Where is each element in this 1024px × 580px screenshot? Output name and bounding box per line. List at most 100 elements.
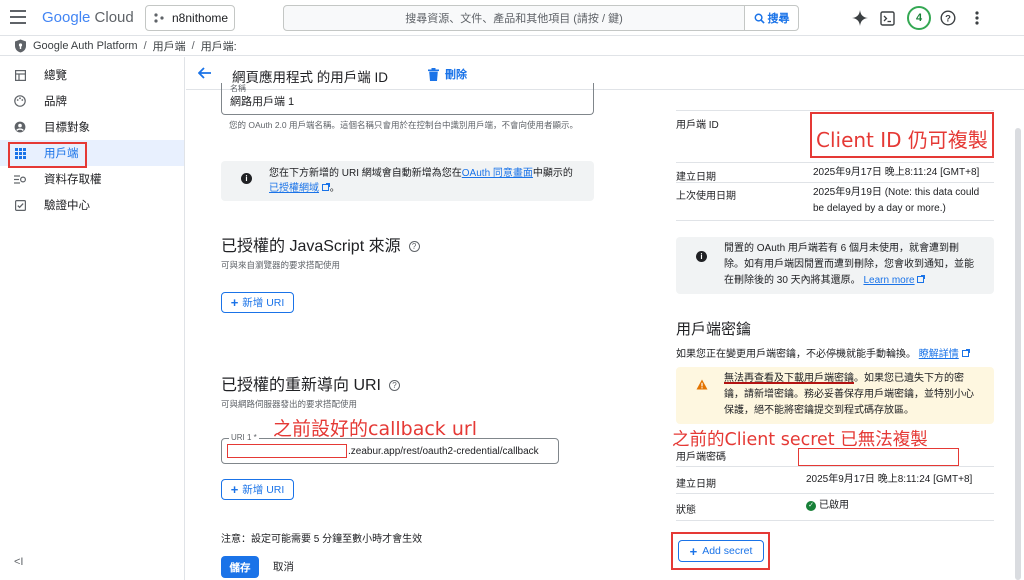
help-icon[interactable]: ? xyxy=(408,241,420,253)
js-origins-title: 已授權的 JavaScript 來源? xyxy=(221,232,420,256)
client-name-value: 網路用戶端 1 xyxy=(230,96,295,108)
authorized-domains-link[interactable]: 已授權網域 xyxy=(269,183,319,194)
gemini-sparkle-icon[interactable] xyxy=(850,8,870,28)
person-icon xyxy=(14,121,26,133)
divider xyxy=(676,493,994,494)
sidebar-item-label: 總覽 xyxy=(44,70,67,82)
sidebar-item-label: 資料存取權 xyxy=(44,174,102,186)
learn-details-link[interactable]: 瞭解詳情 xyxy=(919,349,959,360)
info-text: 您在下方新增的 URI 網域會自動新增為您在 xyxy=(269,168,462,179)
cancel-button[interactable]: 取消 xyxy=(273,559,294,574)
info-text: 中顯示的 xyxy=(532,168,573,179)
client-secrets-title: 用戶端密鑰 xyxy=(676,321,752,338)
delete-label: 刪除 xyxy=(445,69,467,81)
created-value: 2025年9月17日 晚上8:11:24 [GMT+8] xyxy=(813,167,980,178)
warning-line: 。如果您已遺失下方的密 xyxy=(854,373,964,384)
last-used-value-line: be delayed by a day or more.) xyxy=(813,203,946,214)
save-button[interactable]: 儲存 xyxy=(221,556,259,578)
last-used-value: 2025年9月19日 (Note: this data could be del… xyxy=(813,185,979,217)
check-circle-icon: ✓ xyxy=(806,501,816,511)
help-icon[interactable]: ? xyxy=(389,380,401,392)
redirect-uri-label: URI 1 * xyxy=(229,433,259,442)
info-text: 。 xyxy=(329,183,340,194)
notifications-badge[interactable]: 4 xyxy=(907,6,931,30)
last-used-label: 上次使用日期 xyxy=(676,191,736,202)
secret-created-value: 2025年9月17日 晚上8:11:24 [GMT+8] xyxy=(806,474,973,485)
scrollbar[interactable] xyxy=(1015,128,1021,580)
cloud-shell-icon[interactable] xyxy=(877,8,897,28)
sidebar-item-audience[interactable]: 目標對象 xyxy=(0,114,184,140)
redirect-uris-subtitle: 可與網路伺服器發出的要求搭配使用 xyxy=(221,399,358,409)
add-js-origin-button[interactable]: + 新增 URI xyxy=(221,292,294,313)
client-name-field[interactable]: 名稱 網路用戶端 1 xyxy=(221,83,594,115)
top-bar: Google Cloud n8nithome 搜尋資源、文件、產品和其他項目 (… xyxy=(0,0,1024,36)
last-used-value-line: 2025年9月19日 (Note: this data could xyxy=(813,187,980,198)
search-button-label: 搜尋 xyxy=(767,13,790,25)
redaction-box-uri xyxy=(227,444,347,458)
redirect-uri-value: .zeabur.app/rest/oauth2-credential/callb… xyxy=(348,445,539,457)
client-secrets-subtitle: 如果您正在變更用戶端密鑰，不必停機就能手動輪換。 瞭解詳情 xyxy=(676,345,970,360)
help-icon[interactable]: ? xyxy=(938,8,958,28)
sidebar-item-data-access[interactable]: 資料存取權 xyxy=(0,166,184,192)
external-link-icon xyxy=(961,349,970,357)
annotation-client-id: Client ID 仍可複製 xyxy=(816,128,988,152)
warning-emphasis: 無法再查看及下載用戶端密鑰 xyxy=(724,373,854,384)
js-origins-subtitle: 可與來自瀏覽器的要求搭配使用 xyxy=(221,260,341,270)
breadcrumb-item: 用戶端: xyxy=(200,40,237,53)
secret-created-label: 建立日期 xyxy=(676,479,716,490)
info-icon: i xyxy=(696,251,707,262)
warning-line: 保護，絕不能將密鑰提交到程式碼存放區。 xyxy=(724,405,914,416)
trash-icon xyxy=(428,67,439,81)
redirect-uris-title: 已授權的重新導向 URI? xyxy=(221,371,401,395)
verification-icon xyxy=(14,199,26,211)
plus-icon: + xyxy=(230,295,239,310)
client-id-label: 用戶端 ID xyxy=(676,120,719,131)
divider xyxy=(676,520,994,521)
back-arrow-icon[interactable] xyxy=(197,66,212,84)
consent-screen-link[interactable]: OAuth 同意畫面 xyxy=(462,168,533,179)
more-vert-icon[interactable] xyxy=(967,8,987,28)
palette-icon xyxy=(14,95,26,107)
breadcrumb: Google Auth Platform / 用戶端 / 用戶端: xyxy=(0,36,1024,56)
logo-google: Google xyxy=(42,9,91,26)
main-menu-icon[interactable] xyxy=(10,10,26,24)
search-placeholder: 搜尋資源、文件、產品和其他項目 (請按 / 鍵) xyxy=(405,13,623,25)
warning-icon xyxy=(696,379,708,390)
annotation-callback: 之前設好的callback url xyxy=(273,418,477,440)
sidebar-item-overview[interactable]: 總覽 xyxy=(0,62,184,88)
sidebar-item-branding[interactable]: 品牌 xyxy=(0,88,184,114)
js-origins-title-text: 已授權的 JavaScript 來源 xyxy=(221,238,401,255)
search-button[interactable]: 搜尋 xyxy=(744,5,799,31)
project-name: n8nithome xyxy=(172,11,229,25)
created-label: 建立日期 xyxy=(676,172,716,183)
learn-more-link[interactable]: Learn more xyxy=(863,275,914,286)
sidebar-item-label: 品牌 xyxy=(44,96,67,108)
divider xyxy=(676,466,994,467)
add-redirect-uri-button[interactable]: + 新增 URI xyxy=(221,479,294,500)
sidebar-item-verification[interactable]: 驗證中心 xyxy=(0,192,184,218)
secret-warning-box: 無法再查看及下載用戶端密鑰。如果您已遺失下方的密 鑰，請新增密鑰。務必妥善保存用… xyxy=(676,367,994,424)
annotation-secret: 之前的Client secret 已無法複製 xyxy=(672,430,928,450)
settings-delay-note: 注意：設定可能需要 5 分鐘至數小時才會生效 xyxy=(221,534,423,545)
divider xyxy=(676,162,994,163)
search-input[interactable]: 搜尋資源、文件、產品和其他項目 (請按 / 鍵) xyxy=(283,5,745,31)
breadcrumb-item[interactable]: 用戶端 xyxy=(153,38,186,54)
status-label: 狀態 xyxy=(676,505,696,516)
domain-info-box: i 您在下方新增的 URI 網域會自動新增為您在OAuth 同意畫面中顯示的 已… xyxy=(221,161,594,201)
sidebar-item-label: 目標對象 xyxy=(44,122,90,134)
highlight-box-add-secret xyxy=(671,532,770,570)
idle-info-line: 除。如有用戶端因閒置而遭到刪除，您會收到通知，並能 xyxy=(724,259,974,270)
google-cloud-logo[interactable]: Google Cloud xyxy=(42,9,134,26)
logo-cloud: Cloud xyxy=(94,9,134,26)
divider xyxy=(676,220,994,221)
add-uri-label: 新增 URI xyxy=(242,484,285,496)
client-secrets-subtitle-text: 如果您正在變更用戶端密鑰，不必停機就能手動輪換。 xyxy=(676,349,916,360)
breadcrumb-item[interactable]: Google Auth Platform xyxy=(33,40,138,52)
delete-button[interactable]: 刪除 xyxy=(428,66,467,82)
project-selector[interactable]: n8nithome xyxy=(145,5,235,31)
info-icon: i xyxy=(241,173,252,184)
data-access-icon xyxy=(14,173,26,185)
collapse-sidebar-icon[interactable]: <I xyxy=(14,556,23,568)
divider xyxy=(676,110,994,111)
client-name-label: 名稱 xyxy=(230,84,246,93)
